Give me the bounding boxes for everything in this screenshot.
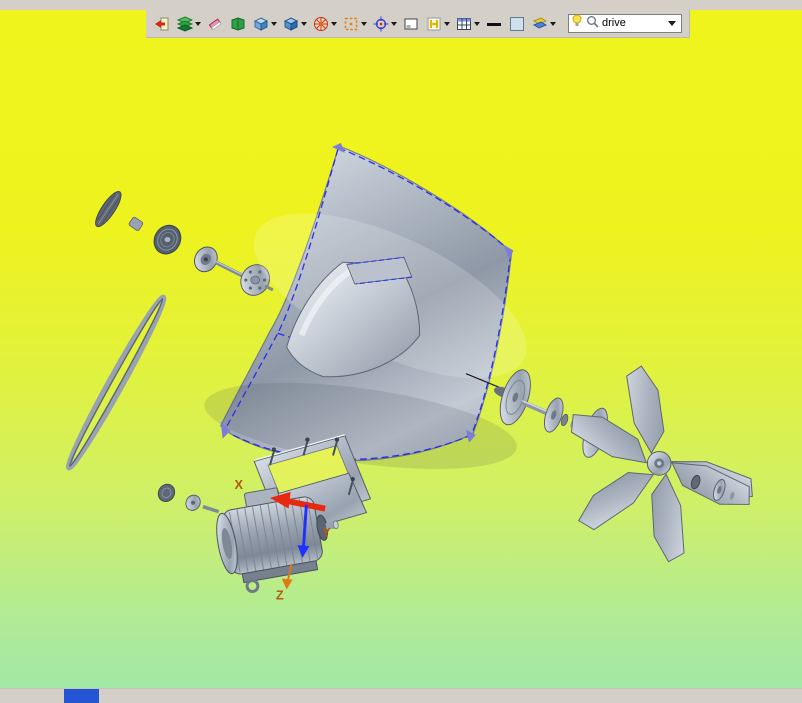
viewport-3d[interactable]: X Y Z drive <box>0 10 802 689</box>
idler-pulley-train-part[interactable] <box>91 188 275 300</box>
dropdown-caret[interactable] <box>301 21 307 26</box>
combobox-dropdown-button[interactable] <box>665 15 679 32</box>
dropdown-caret[interactable] <box>361 21 367 26</box>
magnifier-icon <box>586 15 599 33</box>
eraser-icon[interactable] <box>206 15 224 33</box>
line-weight-icon[interactable] <box>485 15 503 33</box>
color-swatch-icon[interactable] <box>508 15 526 33</box>
notebook-icon[interactable] <box>229 15 247 33</box>
search-combobox[interactable]: drive <box>568 14 682 33</box>
model-canvas[interactable]: X Y Z <box>0 10 802 689</box>
color-wheel-icon[interactable] <box>312 15 330 33</box>
dropdown-caret[interactable] <box>474 21 480 26</box>
dropdown-caret[interactable] <box>444 21 450 26</box>
target-icon[interactable] <box>372 15 390 33</box>
selection-box-icon[interactable] <box>342 15 360 33</box>
propeller-part[interactable] <box>564 364 758 564</box>
table-icon[interactable] <box>455 15 473 33</box>
taskbar-button[interactable] <box>64 689 99 703</box>
view-orientation-cube-icon[interactable] <box>282 15 300 33</box>
lightbulb-icon <box>571 14 583 33</box>
dropdown-caret[interactable] <box>391 21 397 26</box>
display-style-icon[interactable] <box>531 15 549 33</box>
axis-label-x: X <box>234 477 243 492</box>
axis-label-y: Y <box>322 525 331 540</box>
hatch-icon[interactable] <box>425 15 443 33</box>
motor-pulley-parts[interactable] <box>155 481 220 514</box>
axis-label-z: Z <box>276 587 284 602</box>
shaded-cube-icon[interactable] <box>252 15 270 33</box>
search-value[interactable]: drive <box>602 15 626 32</box>
status-bar <box>0 688 802 703</box>
dropdown-caret[interactable] <box>331 21 337 26</box>
viewport-icon[interactable] <box>402 15 420 33</box>
dropdown-caret[interactable] <box>271 21 277 26</box>
layers-icon[interactable] <box>176 15 194 33</box>
exit-sketch-icon[interactable] <box>153 15 171 33</box>
belt-part[interactable] <box>63 294 170 471</box>
chevron-down-icon <box>668 21 676 26</box>
dropdown-caret[interactable] <box>550 21 556 26</box>
main-toolbar: drive <box>146 10 690 38</box>
dropdown-caret[interactable] <box>195 21 201 26</box>
app-window: X Y Z drive <box>0 0 802 703</box>
